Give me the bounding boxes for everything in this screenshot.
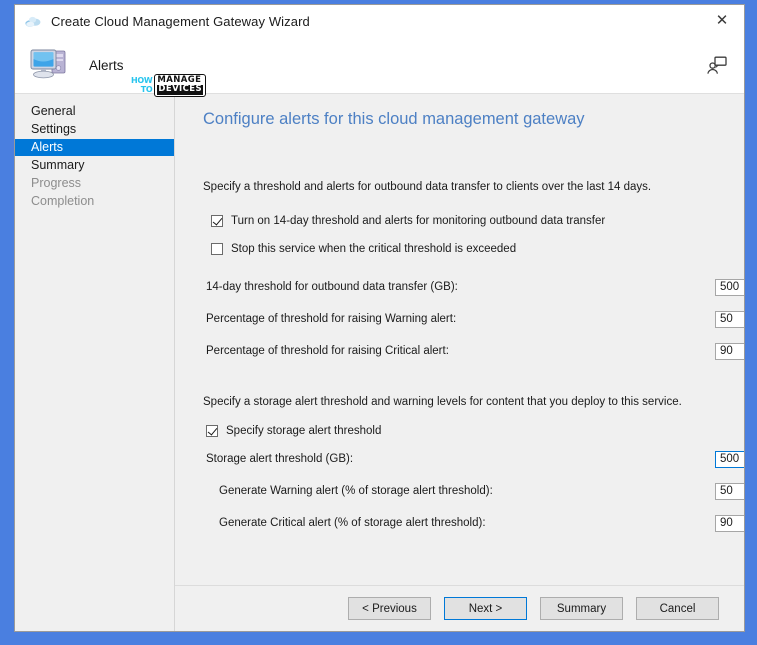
- wizard-window: Create Cloud Management Gateway Wizard ✕: [14, 4, 745, 632]
- wizard-footer: < Previous Next > Summary Cancel: [175, 585, 744, 631]
- input-storage-threshold[interactable]: [715, 451, 744, 468]
- sidebar-item-summary[interactable]: Summary: [15, 157, 174, 174]
- computer-monitor-icon: [27, 45, 73, 85]
- field-row-storage-critical: Generate Critical alert (% of storage al…: [206, 517, 722, 529]
- page-title: Alerts: [89, 58, 124, 73]
- content-heading: Configure alerts for this cloud manageme…: [203, 110, 722, 129]
- content-scroll-area: Configure alerts for this cloud manageme…: [175, 94, 744, 585]
- wizard-body: General Settings Alerts Summary Progress…: [15, 93, 744, 631]
- wizard-header: Alerts: [15, 37, 744, 93]
- input-warning-percent[interactable]: [715, 311, 744, 328]
- checkbox-stop-service-box[interactable]: [211, 243, 223, 255]
- cancel-button[interactable]: Cancel: [636, 597, 719, 620]
- checkbox-stop-service-label: Stop this service when the critical thre…: [231, 243, 516, 255]
- window-title: Create Cloud Management Gateway Wizard: [51, 14, 310, 29]
- field-row-storage-threshold: Storage alert threshold (GB):: [206, 453, 722, 465]
- checkbox-specify-storage-threshold-box[interactable]: [206, 425, 218, 437]
- label-critical-percent: Percentage of threshold for raising Crit…: [206, 345, 449, 357]
- sidebar-item-general[interactable]: General: [15, 103, 174, 120]
- field-row-warning-percent: Percentage of threshold for raising Warn…: [206, 313, 722, 325]
- checkbox-specify-storage-threshold-label: Specify storage alert threshold: [226, 425, 381, 437]
- label-14day-threshold: 14-day threshold for outbound data trans…: [206, 281, 458, 293]
- title-bar: Create Cloud Management Gateway Wizard ✕: [15, 5, 744, 37]
- close-glyph: ✕: [716, 13, 729, 28]
- next-button[interactable]: Next >: [444, 597, 527, 620]
- field-row-critical-percent: Percentage of threshold for raising Crit…: [206, 345, 722, 357]
- sidebar-item-completion: Completion: [15, 193, 174, 210]
- checkbox-turn-on-threshold-box[interactable]: [211, 215, 223, 227]
- intro-text-storage: Specify a storage alert threshold and wa…: [203, 396, 722, 408]
- previous-button[interactable]: < Previous: [348, 597, 431, 620]
- input-storage-warning[interactable]: [715, 483, 744, 500]
- label-storage-warning: Generate Warning alert (% of storage ale…: [206, 485, 493, 497]
- help-presenter-icon[interactable]: [706, 54, 728, 76]
- sidebar-item-alerts[interactable]: Alerts: [15, 139, 174, 156]
- checkbox-turn-on-threshold-label: Turn on 14-day threshold and alerts for …: [231, 215, 605, 227]
- checkbox-stop-service[interactable]: Stop this service when the critical thre…: [211, 243, 722, 255]
- sidebar-item-settings[interactable]: Settings: [15, 121, 174, 138]
- label-warning-percent: Percentage of threshold for raising Warn…: [206, 313, 456, 325]
- checkbox-turn-on-threshold[interactable]: Turn on 14-day threshold and alerts for …: [211, 215, 722, 227]
- input-storage-critical[interactable]: [715, 515, 744, 532]
- input-critical-percent[interactable]: [715, 343, 744, 360]
- label-storage-threshold: Storage alert threshold (GB):: [206, 453, 353, 465]
- close-icon[interactable]: ✕: [700, 5, 744, 36]
- input-14day-threshold[interactable]: [715, 279, 744, 296]
- intro-text-transfer: Specify a threshold and alerts for outbo…: [203, 181, 722, 193]
- field-row-storage-warning: Generate Warning alert (% of storage ale…: [206, 485, 722, 497]
- sidebar-item-progress: Progress: [15, 175, 174, 192]
- cloud-icon: [24, 12, 42, 30]
- field-row-14day-threshold: 14-day threshold for outbound data trans…: [206, 281, 722, 293]
- wizard-step-sidebar: General Settings Alerts Summary Progress…: [15, 94, 175, 631]
- checkbox-specify-storage-threshold[interactable]: Specify storage alert threshold: [206, 425, 722, 437]
- desktop-background: Create Cloud Management Gateway Wizard ✕: [0, 0, 757, 645]
- content-pane: Configure alerts for this cloud manageme…: [175, 94, 744, 631]
- label-storage-critical: Generate Critical alert (% of storage al…: [206, 517, 486, 529]
- summary-button[interactable]: Summary: [540, 597, 623, 620]
